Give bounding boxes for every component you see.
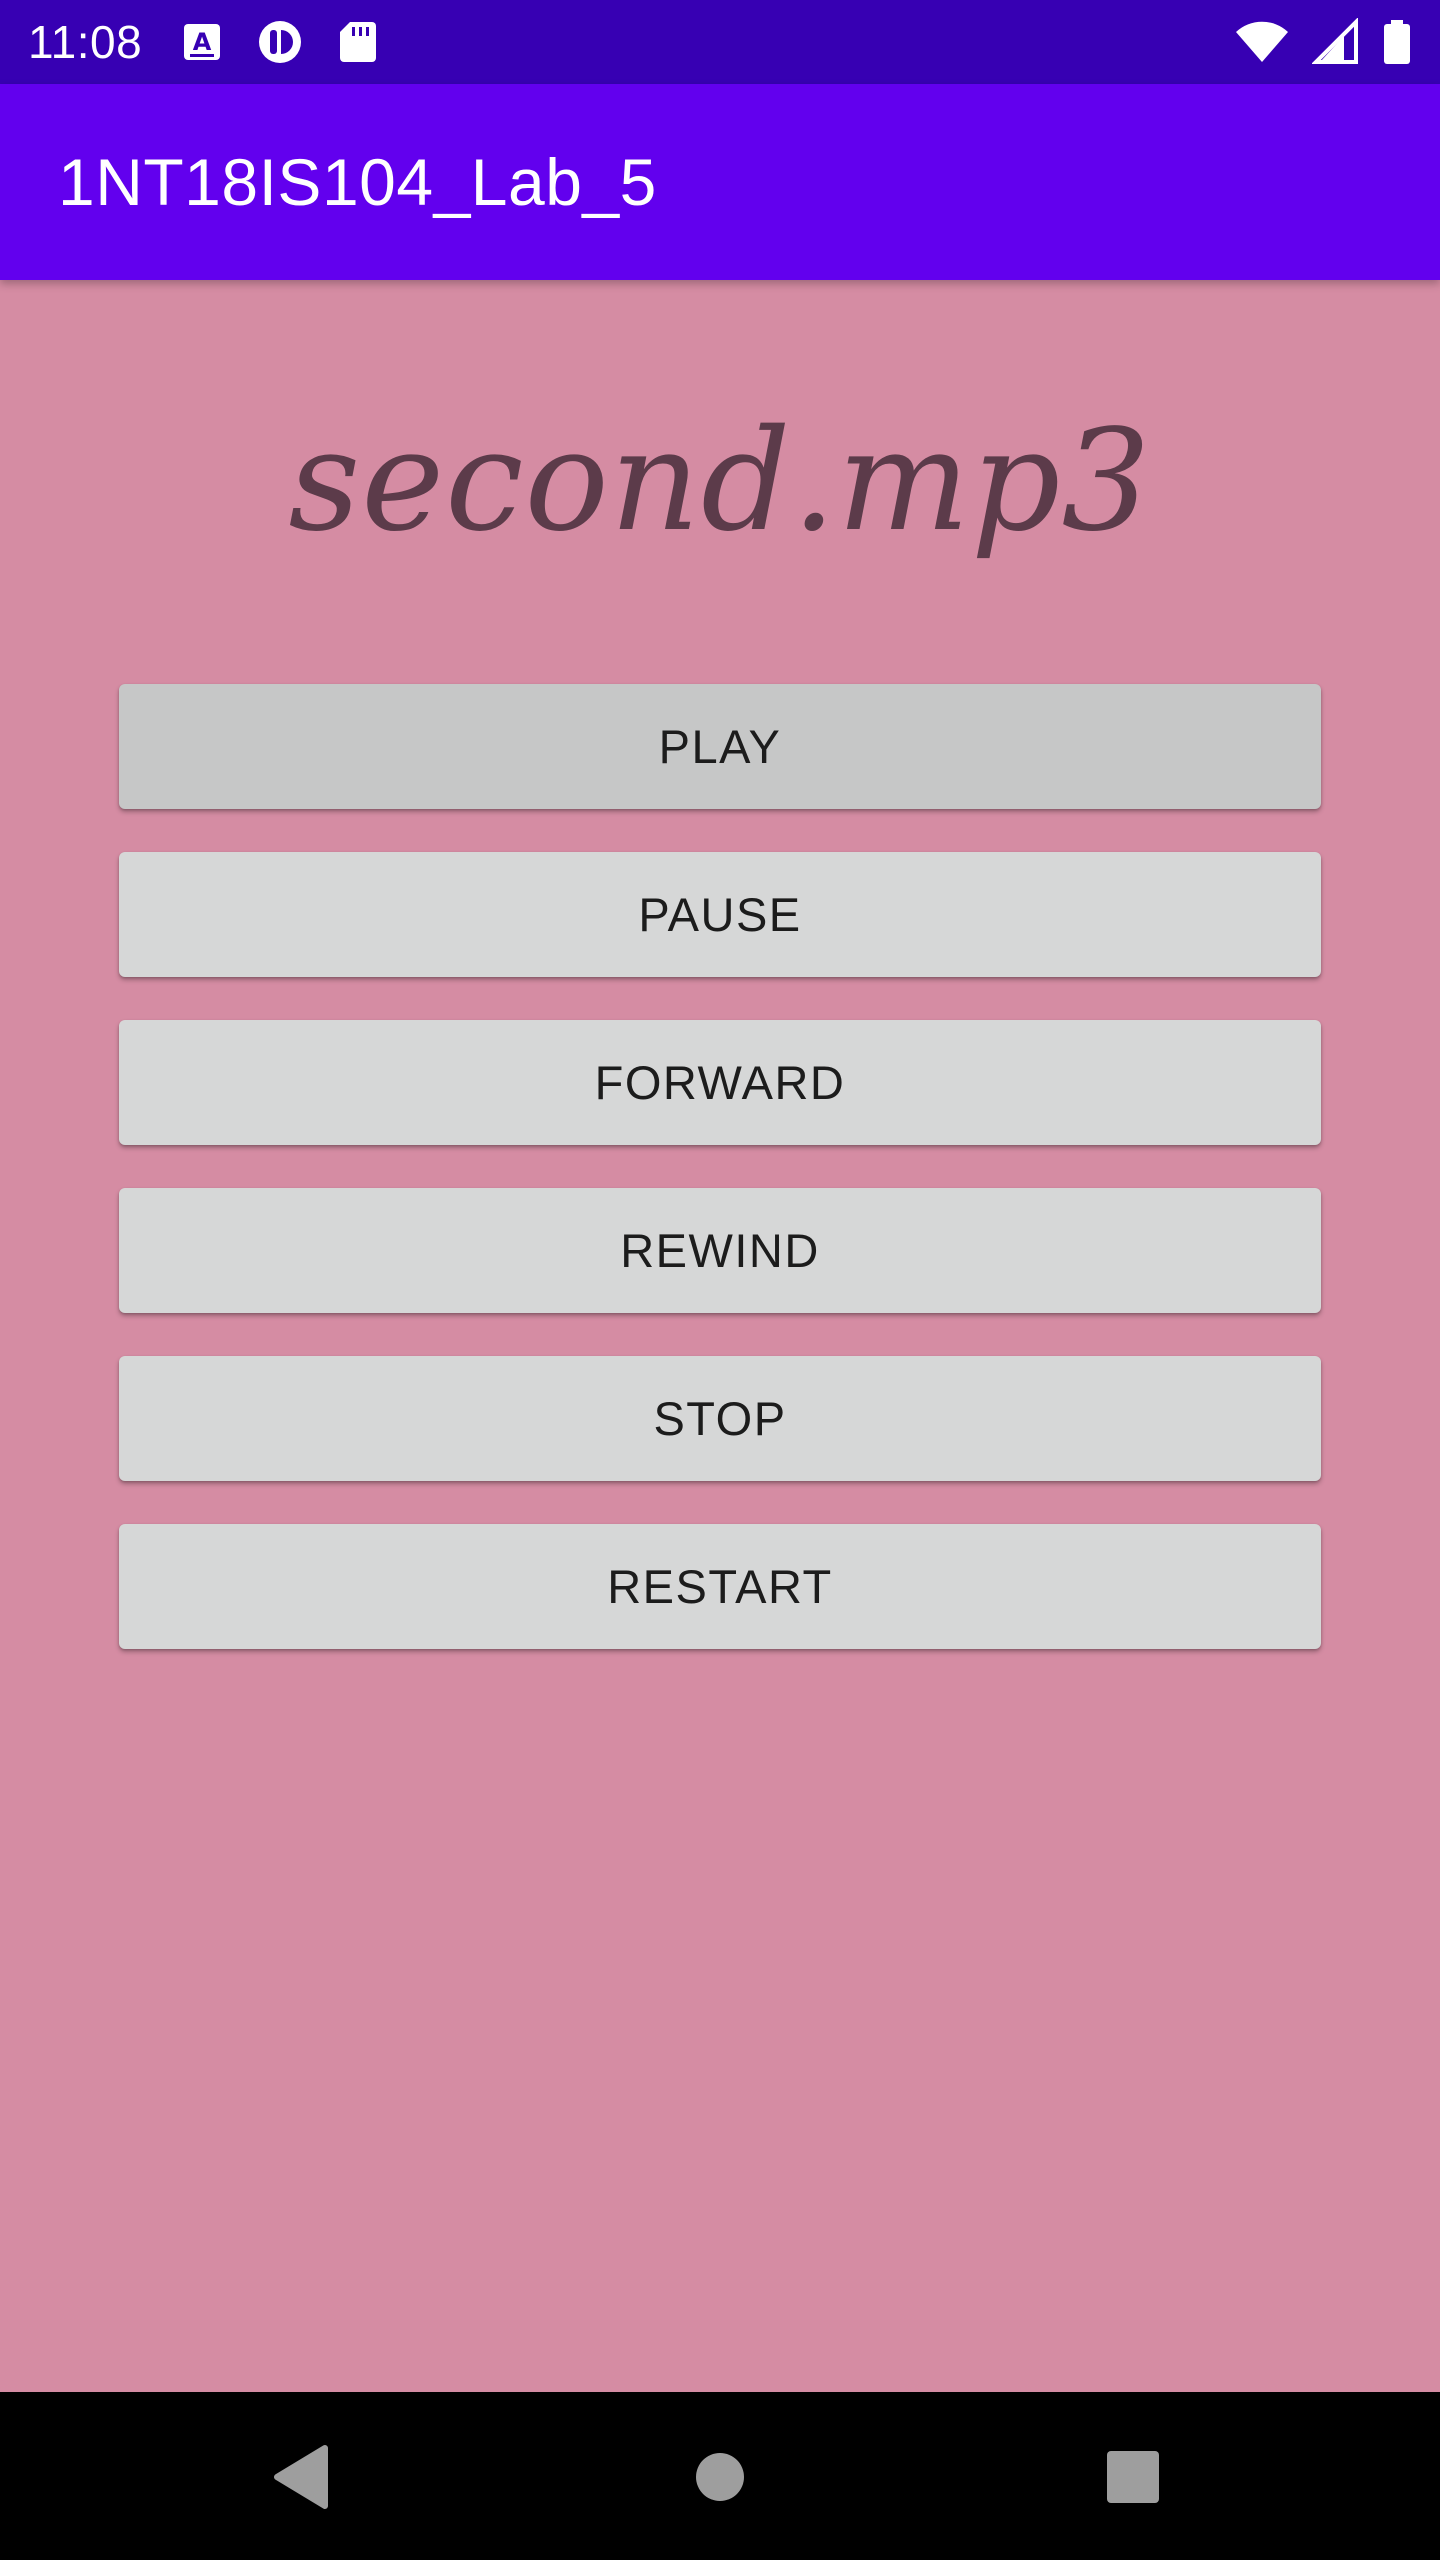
play-button[interactable]: PLAY (119, 684, 1321, 809)
navigation-bar (0, 2392, 1440, 2560)
pause-button[interactable]: PAUSE (119, 852, 1321, 977)
app-notification-icon (256, 18, 304, 66)
home-icon[interactable] (675, 2432, 765, 2522)
track-title: second.mp3 (288, 400, 1152, 563)
cellular-signal-icon (1311, 17, 1360, 66)
status-notification-icons: A (178, 18, 382, 66)
status-bar: 11:08 A (0, 0, 1440, 84)
battery-icon (1382, 18, 1412, 66)
recents-icon[interactable] (1088, 2432, 1178, 2522)
svg-text:A: A (193, 28, 212, 56)
status-bar-left: 11:08 A (28, 15, 382, 69)
rewind-button[interactable]: REWIND (119, 1188, 1321, 1313)
wifi-icon (1234, 18, 1290, 66)
status-time: 11:08 (28, 16, 143, 68)
sd-card-icon (334, 18, 382, 66)
app-title: 1NT18IS104_Lab_5 (58, 145, 657, 219)
back-icon[interactable] (256, 2432, 346, 2522)
status-bar-right (1234, 17, 1412, 66)
restart-button[interactable]: RESTART (119, 1524, 1321, 1649)
a-keyboard-icon: A (178, 18, 226, 66)
stop-button[interactable]: STOP (119, 1356, 1321, 1481)
forward-button[interactable]: FORWARD (119, 1020, 1321, 1145)
player-screen: second.mp3 PLAY PAUSE FORWARD REWIND STO… (0, 280, 1440, 2392)
app-bar: 1NT18IS104_Lab_5 (0, 84, 1440, 280)
